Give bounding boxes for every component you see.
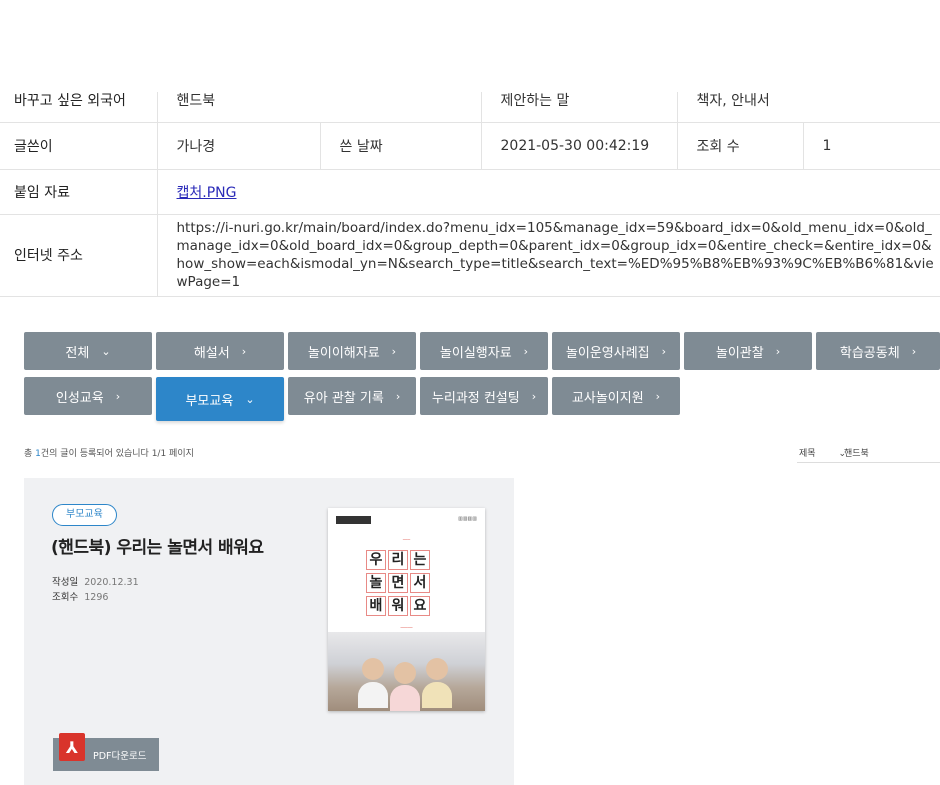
cover-subtitle-decoration: ─── [402, 537, 411, 542]
date-value: 2021-05-30 00:42:19 [481, 122, 678, 170]
author-label: 글쓴이 [0, 122, 158, 170]
category-play-understanding-label: 놀이이해자료 [307, 345, 380, 361]
category-all-label: 전체 [65, 345, 90, 361]
category-play-practice-button[interactable]: 놀이실행자료 › [420, 332, 548, 370]
category-play-observation-button[interactable]: 놀이관찰 › [684, 332, 812, 370]
category-play-cases-button[interactable]: 놀이운영사례집 › [552, 332, 680, 370]
info-row-url: 인터넷 주소 https://i-nuri.go.kr/main/board/i… [0, 214, 940, 297]
search-type-label: 제목 [799, 449, 816, 459]
date-label: 쓴 날짜 [320, 122, 482, 170]
category-play-practice-label: 놀이실행자료 [439, 345, 512, 361]
category-teacher-support-label: 교사놀이지원 [571, 390, 644, 406]
summary-prefix: 총 [24, 449, 36, 459]
header-whitespace [0, 0, 940, 92]
post-info-table: 바꾸고 싶은 외국어 핸드북 제안하는 말 책자, 안내서 글쓴이 가나경 쓴 … [0, 78, 940, 297]
card-date-value: 2020.12.31 [84, 577, 139, 588]
card-title[interactable]: (핸드북) 우리는 놀면서 배워요 [51, 533, 264, 558]
category-guide-button[interactable]: 해설서 › [156, 332, 284, 370]
chevron-down-icon: ⌄ [245, 392, 255, 406]
cover-char: 는 [410, 550, 430, 570]
result-summary: 총 1건의 글이 등록되어 있습니다 1/1 페이지 [24, 446, 194, 459]
cover-char: 워 [388, 596, 408, 616]
card-views-label: 조회수 [52, 592, 79, 603]
chevron-right-icon: › [655, 389, 661, 403]
child-face [426, 658, 448, 680]
cover-char: 놀 [366, 573, 386, 593]
category-character-edu-button[interactable]: 인성교육 › [24, 377, 152, 415]
chevron-right-icon: › [531, 389, 537, 403]
category-guide-label: 해설서 [193, 345, 230, 361]
url-label: 인터넷 주소 [0, 214, 158, 297]
category-character-edu-label: 인성교육 [55, 390, 104, 406]
author-value: 가나경 [157, 122, 321, 170]
cover-char: 배 [366, 596, 386, 616]
attachment-file-link[interactable]: 캡처.PNG [177, 185, 237, 201]
pdf-icon: ⅄ [59, 733, 85, 761]
card-date-label: 작성일 [52, 577, 79, 588]
info-row-author: 글쓴이 가나경 쓴 날짜 2021-05-30 00:42:19 조회 수 1 [0, 122, 940, 170]
cover-char: 면 [388, 573, 408, 593]
board-card[interactable]: 부모교육 (핸드북) 우리는 놀면서 배워요 작성일 2020.12.31 조회수… [24, 478, 514, 785]
pdf-download-label: PDF다운로드 [93, 750, 147, 762]
cover-char: 리 [388, 550, 408, 570]
cover-char: 우 [366, 550, 386, 570]
child-face [394, 662, 416, 684]
cover-title-grid: 우리는 놀면서 배워요 [366, 549, 447, 618]
category-learning-community-button[interactable]: 학습공동체 › [816, 332, 940, 370]
chevron-right-icon: › [241, 344, 247, 358]
category-teacher-support-button[interactable]: 교사놀이지원 › [552, 377, 680, 415]
category-play-observation-label: 놀이관찰 [715, 345, 764, 361]
card-views-value: 1296 [84, 592, 109, 603]
category-badge: 부모교육 [52, 504, 117, 526]
pdf-download-button[interactable]: ⅄ PDF다운로드 [53, 733, 159, 771]
category-child-observation-label: 유아 관찰 기록 [303, 390, 384, 406]
chevron-right-icon: › [115, 389, 121, 403]
views-value: 1 [803, 122, 940, 170]
category-learning-community-label: 학습공동체 [839, 345, 900, 361]
chevron-right-icon: › [523, 344, 529, 358]
category-child-observation-button[interactable]: 유아 관찰 기록 › [288, 377, 416, 415]
child-face [362, 658, 384, 680]
chevron-down-icon: ⌄ [101, 344, 111, 358]
child-body [422, 682, 452, 708]
category-play-understanding-button[interactable]: 놀이이해자료 › [288, 332, 416, 370]
chevron-right-icon: › [911, 344, 917, 358]
children-photo [328, 632, 485, 711]
views-label: 조회 수 [677, 122, 804, 170]
attachment-label: 붙임 자료 [0, 169, 158, 215]
card-views: 조회수 1296 [52, 589, 108, 603]
child-body [390, 685, 420, 711]
search-input[interactable]: 핸드북 [844, 446, 869, 459]
chevron-right-icon: › [391, 344, 397, 358]
category-all-button[interactable]: 전체 ⌄ [24, 332, 152, 370]
info-row-attachment: 붙임 자료 캡처.PNG [0, 169, 940, 215]
publisher-logo [336, 516, 371, 524]
summary-suffix: 건의 글이 등록되어 있습니다 1/1 페이지 [40, 449, 194, 459]
cover-caption-decoration: ───── [400, 625, 413, 630]
url-value: https://i-nuri.go.kr/main/board/index.do… [157, 214, 940, 297]
publisher-mark: ▥▥▥▥ [458, 516, 477, 522]
category-consulting-button[interactable]: 누리과정 컨설팅 › [420, 377, 548, 415]
cover-char: 요 [410, 596, 430, 616]
child-body [358, 682, 388, 708]
cover-char: 서 [410, 573, 430, 593]
chevron-right-icon: › [395, 389, 401, 403]
book-cover-image[interactable]: ▥▥▥▥ ─── 우리는 놀면서 배워요 ───── [328, 508, 485, 711]
chevron-right-icon: › [775, 344, 781, 358]
search-underline [797, 462, 940, 463]
category-parent-edu-button[interactable]: 부모교육 ⌄ [156, 377, 284, 421]
chevron-right-icon: › [661, 344, 667, 358]
category-parent-edu-label: 부모교육 [185, 393, 234, 409]
category-consulting-label: 누리과정 컨설팅 [431, 390, 520, 406]
card-date: 작성일 2020.12.31 [52, 574, 139, 588]
category-play-cases-label: 놀이운영사례집 [565, 345, 650, 361]
